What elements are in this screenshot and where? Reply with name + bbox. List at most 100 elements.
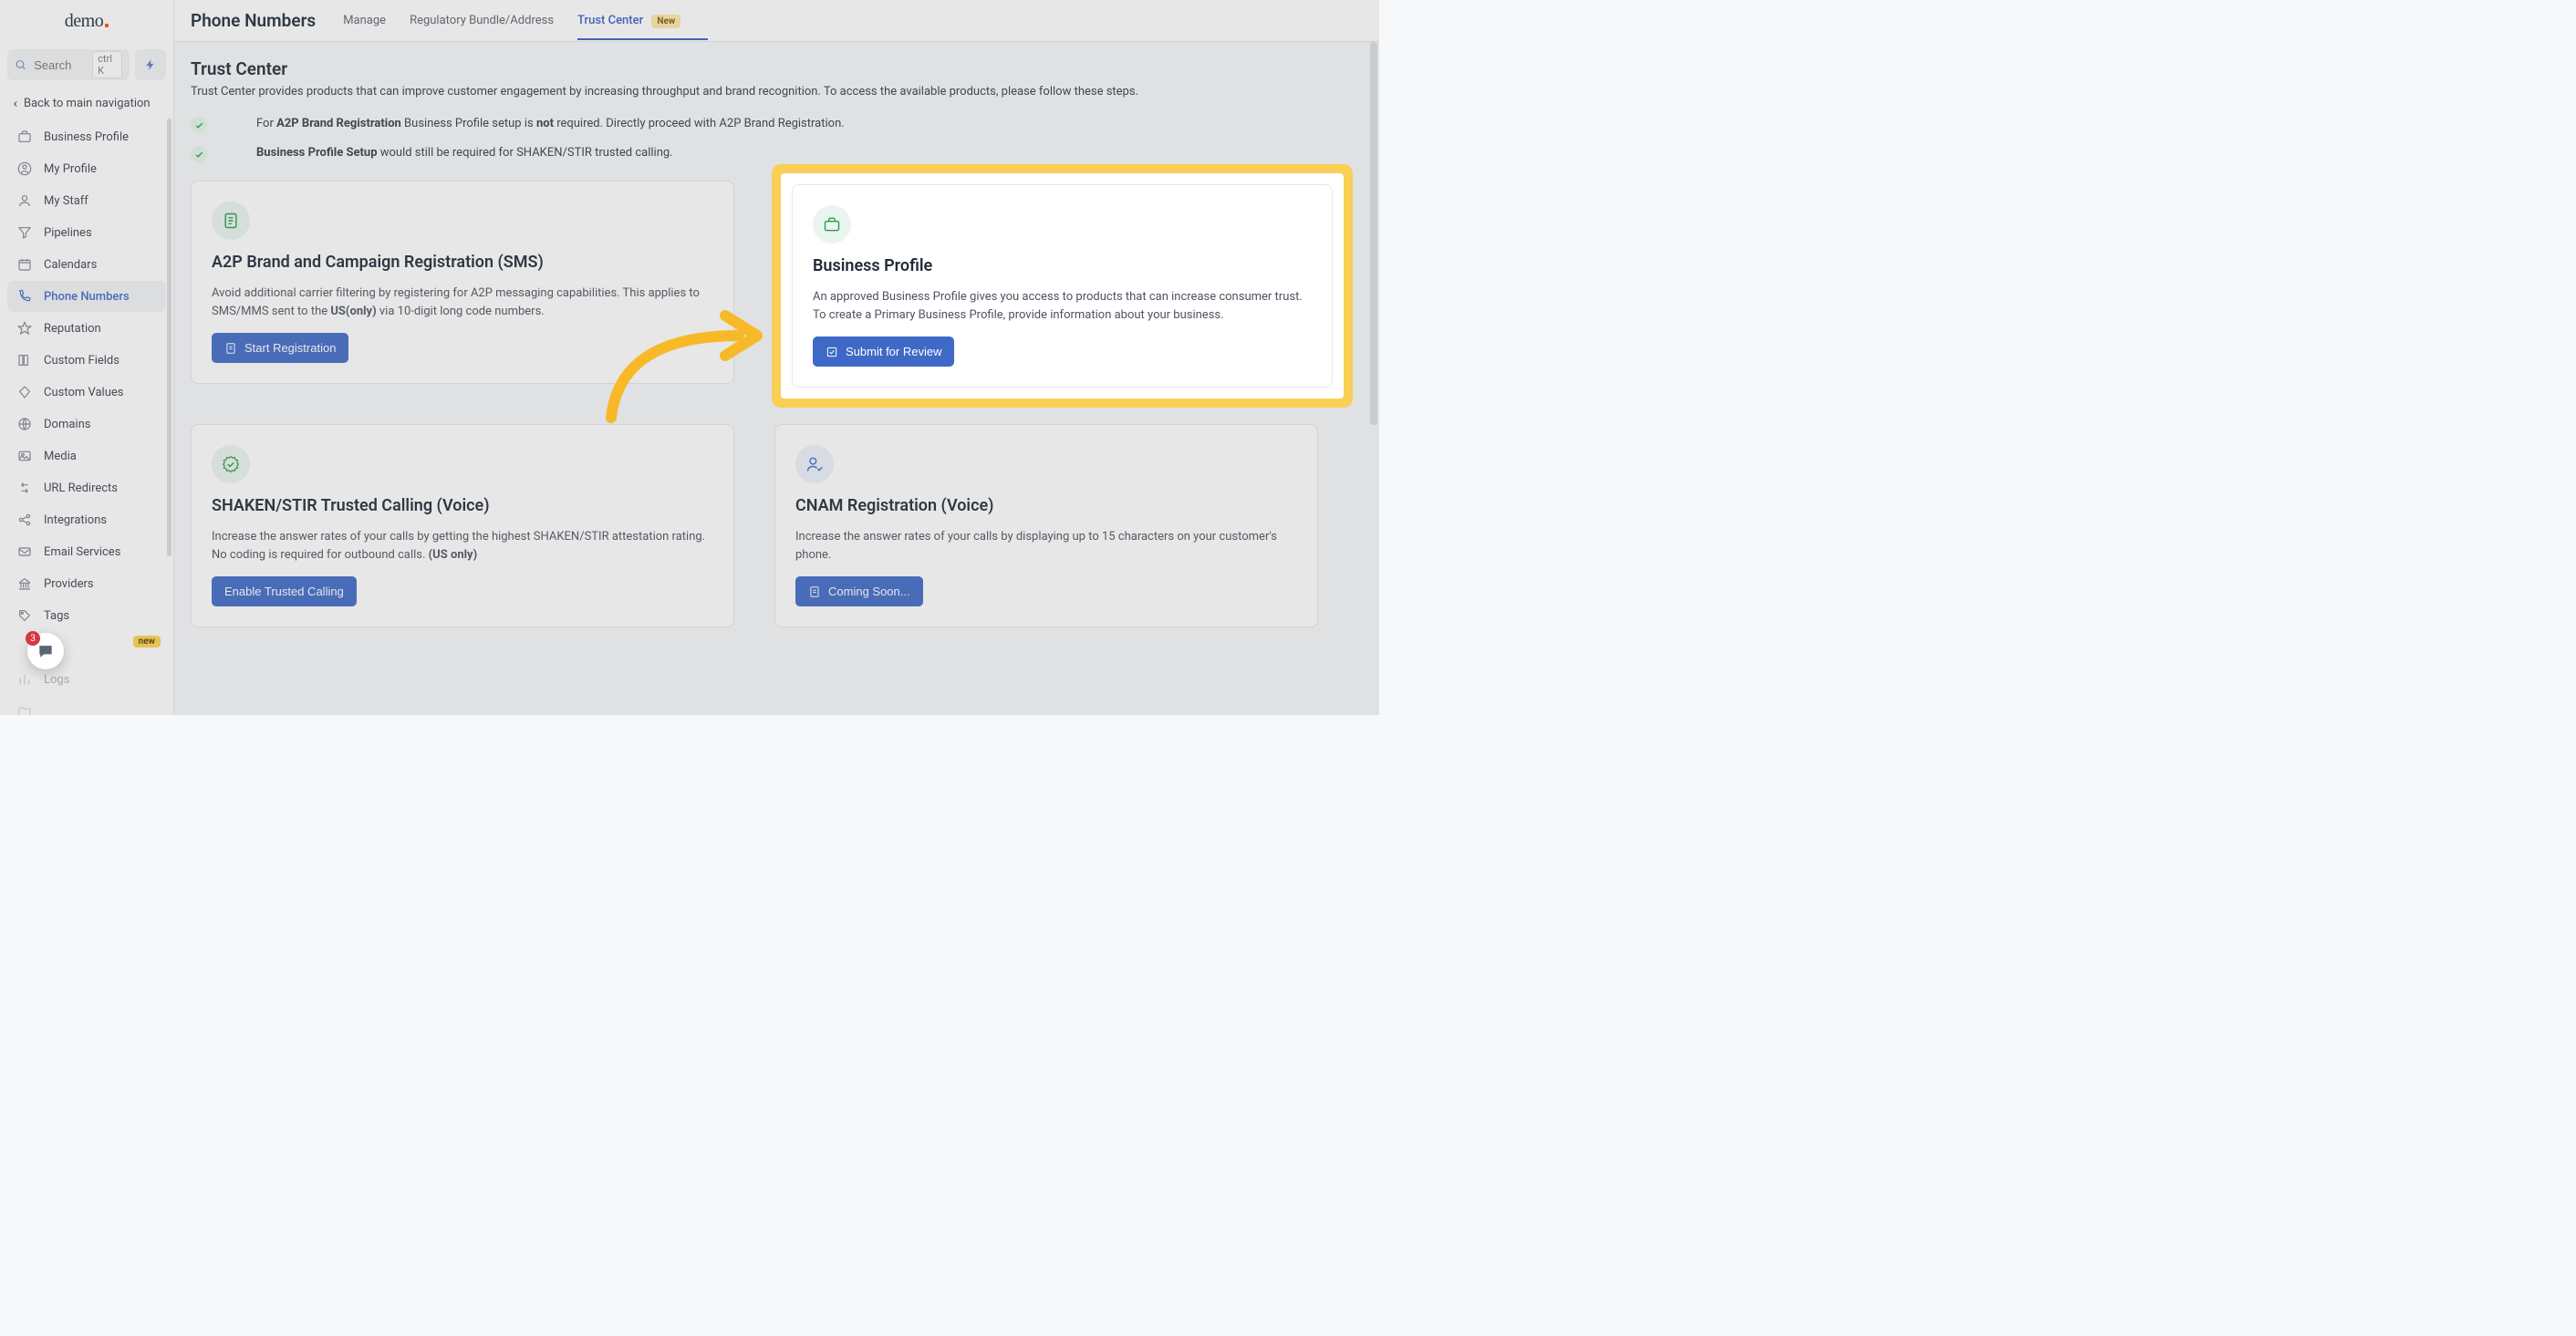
card-title: A2P Brand and Campaign Registration (SMS… bbox=[212, 253, 713, 272]
chat-count: 3 bbox=[26, 631, 40, 646]
sidebar-item-custom-fields[interactable]: Custom Fields bbox=[7, 345, 166, 376]
folder-icon bbox=[16, 703, 33, 715]
sidebar-item-label: Reputation bbox=[44, 322, 101, 336]
sidebar-item-custom-values[interactable]: Custom Values bbox=[7, 377, 166, 408]
chevron-left-icon bbox=[11, 99, 20, 109]
search-icon bbox=[15, 57, 26, 72]
sidebar-scrollbar[interactable] bbox=[167, 119, 171, 556]
sidebar-item-email-services[interactable]: Email Services bbox=[7, 536, 166, 567]
sidebar: demo ctrl K Back to main navigation Busi… bbox=[0, 0, 174, 715]
sidebar-item-phone-numbers[interactable]: Phone Numbers bbox=[7, 281, 166, 312]
diamond-icon bbox=[16, 384, 33, 400]
sidebar-item-domains[interactable]: Domains bbox=[7, 409, 166, 440]
check-icon bbox=[191, 117, 207, 133]
search-field[interactable] bbox=[34, 58, 85, 72]
card-desc: Avoid additional carrier filtering by re… bbox=[212, 285, 713, 320]
sidebar-item-folder[interactable] bbox=[7, 696, 166, 715]
note-icon bbox=[212, 202, 250, 240]
sidebar-item-url-redirects[interactable]: URL Redirects bbox=[7, 472, 166, 503]
card-business-profile: Business Profile An approved Business Pr… bbox=[792, 184, 1333, 388]
search-input[interactable]: ctrl K bbox=[7, 49, 130, 80]
section-title: Trust Center bbox=[191, 58, 1363, 79]
sidebar-item-label: My Staff bbox=[44, 194, 88, 208]
start-registration-button[interactable]: Start Registration bbox=[212, 333, 348, 363]
image-icon bbox=[16, 448, 33, 464]
chat-widget[interactable]: 3 bbox=[27, 633, 64, 669]
enable-trusted-calling-button[interactable]: Enable Trusted Calling bbox=[212, 576, 357, 606]
search-shortcut: ctrl K bbox=[92, 51, 122, 78]
header: Phone Numbers Manage Regulatory Bundle/A… bbox=[174, 0, 1379, 42]
sidebar-item-label: Tags bbox=[44, 609, 69, 623]
columns-icon bbox=[16, 352, 33, 368]
sidebar-item-providers[interactable]: Providers bbox=[7, 568, 166, 599]
badge-check-icon bbox=[212, 445, 250, 483]
sidebar-item-label: My Profile bbox=[44, 162, 97, 176]
tab-regulatory[interactable]: Regulatory Bundle/Address bbox=[410, 1, 554, 40]
card-shaken: SHAKEN/STIR Trusted Calling (Voice) Incr… bbox=[191, 424, 734, 627]
page-title: Phone Numbers bbox=[191, 10, 316, 31]
tab-new-badge: New bbox=[651, 15, 680, 28]
sidebar-item-label: Media bbox=[44, 450, 77, 463]
user-icon bbox=[16, 192, 33, 209]
sidebar-item-label: URL Redirects bbox=[44, 482, 118, 495]
card-desc: Increase the answer rates of your calls … bbox=[795, 528, 1297, 564]
note-icon bbox=[224, 342, 237, 355]
sidebar-item-media[interactable]: Media bbox=[7, 440, 166, 471]
phone-icon bbox=[16, 288, 33, 305]
coming-soon-button[interactable]: Coming Soon... bbox=[795, 576, 923, 606]
sidebar-item-my-staff[interactable]: My Staff bbox=[7, 185, 166, 216]
sidebar-item-label: Integrations bbox=[44, 513, 107, 527]
section-desc: Trust Center provides products that can … bbox=[191, 85, 1363, 98]
funnel-icon bbox=[16, 224, 33, 241]
star-icon bbox=[16, 320, 33, 337]
check-icon bbox=[191, 146, 207, 162]
sidebar-item-logs[interactable]: Logs bbox=[7, 664, 166, 695]
user-check-icon bbox=[795, 445, 834, 483]
arrows-icon bbox=[16, 480, 33, 496]
sidebar-item-pipelines[interactable]: Pipelines bbox=[7, 217, 166, 248]
calendar-icon bbox=[16, 256, 33, 273]
tab-manage[interactable]: Manage bbox=[343, 1, 386, 40]
briefcase-icon bbox=[813, 205, 851, 243]
bank-icon bbox=[16, 575, 33, 592]
highlight-frame: Business Profile An approved Business Pr… bbox=[777, 170, 1347, 402]
tag-icon bbox=[16, 607, 33, 624]
check-row-2: Business Profile Setup would still be re… bbox=[191, 140, 1363, 170]
sidebar-item-business-profile[interactable]: Business Profile bbox=[7, 121, 166, 152]
card-title: Business Profile bbox=[813, 256, 1312, 275]
sidebar-item-tags[interactable]: Tags bbox=[7, 600, 166, 631]
sidebar-item-calendars[interactable]: Calendars bbox=[7, 249, 166, 280]
globe-icon bbox=[16, 416, 33, 432]
check-row-1: For A2P Brand Registration Business Prof… bbox=[191, 111, 1363, 140]
card-a2p: A2P Brand and Campaign Registration (SMS… bbox=[191, 181, 734, 384]
sidebar-item-integrations[interactable]: Integrations bbox=[7, 504, 166, 535]
card-cnam: CNAM Registration (Voice) Increase the a… bbox=[774, 424, 1318, 627]
sidebar-item-label: Domains bbox=[44, 418, 90, 431]
bolt-button[interactable] bbox=[135, 49, 166, 80]
card-desc: An approved Business Profile gives you a… bbox=[813, 288, 1312, 324]
trust-intro: Trust Center Trust Center provides produ… bbox=[191, 58, 1363, 170]
sidebar-item-label: Custom Fields bbox=[44, 354, 119, 368]
sidebar-item-reputation[interactable]: Reputation bbox=[7, 313, 166, 344]
sidebar-item-label: Phone Numbers bbox=[44, 290, 130, 304]
chat-icon bbox=[36, 642, 55, 660]
nav: Business Profile My Profile My Staff Pip… bbox=[0, 119, 173, 715]
note-icon bbox=[808, 585, 821, 598]
share-icon bbox=[16, 512, 33, 528]
logo: demo bbox=[0, 0, 173, 42]
sidebar-item-label: Logs bbox=[44, 673, 69, 687]
sidebar-item-label: Pipelines bbox=[44, 226, 92, 240]
tab-trust-center[interactable]: Trust Center New bbox=[577, 1, 680, 40]
new-badge: new bbox=[133, 636, 161, 647]
sidebar-item-label: Providers bbox=[44, 577, 94, 591]
sidebar-item-label: Calendars bbox=[44, 258, 97, 272]
sidebar-item-my-profile[interactable]: My Profile bbox=[7, 153, 166, 184]
card-title: SHAKEN/STIR Trusted Calling (Voice) bbox=[212, 496, 713, 515]
mail-icon bbox=[16, 544, 33, 560]
submit-for-review-button[interactable]: Submit for Review bbox=[813, 337, 954, 367]
back-link[interactable]: Back to main navigation bbox=[0, 88, 173, 119]
main-scrollbar[interactable] bbox=[1370, 42, 1377, 425]
bar-chart-icon bbox=[16, 671, 33, 688]
sidebar-item-label: Email Services bbox=[44, 545, 120, 559]
card-title: CNAM Registration (Voice) bbox=[795, 496, 1297, 515]
